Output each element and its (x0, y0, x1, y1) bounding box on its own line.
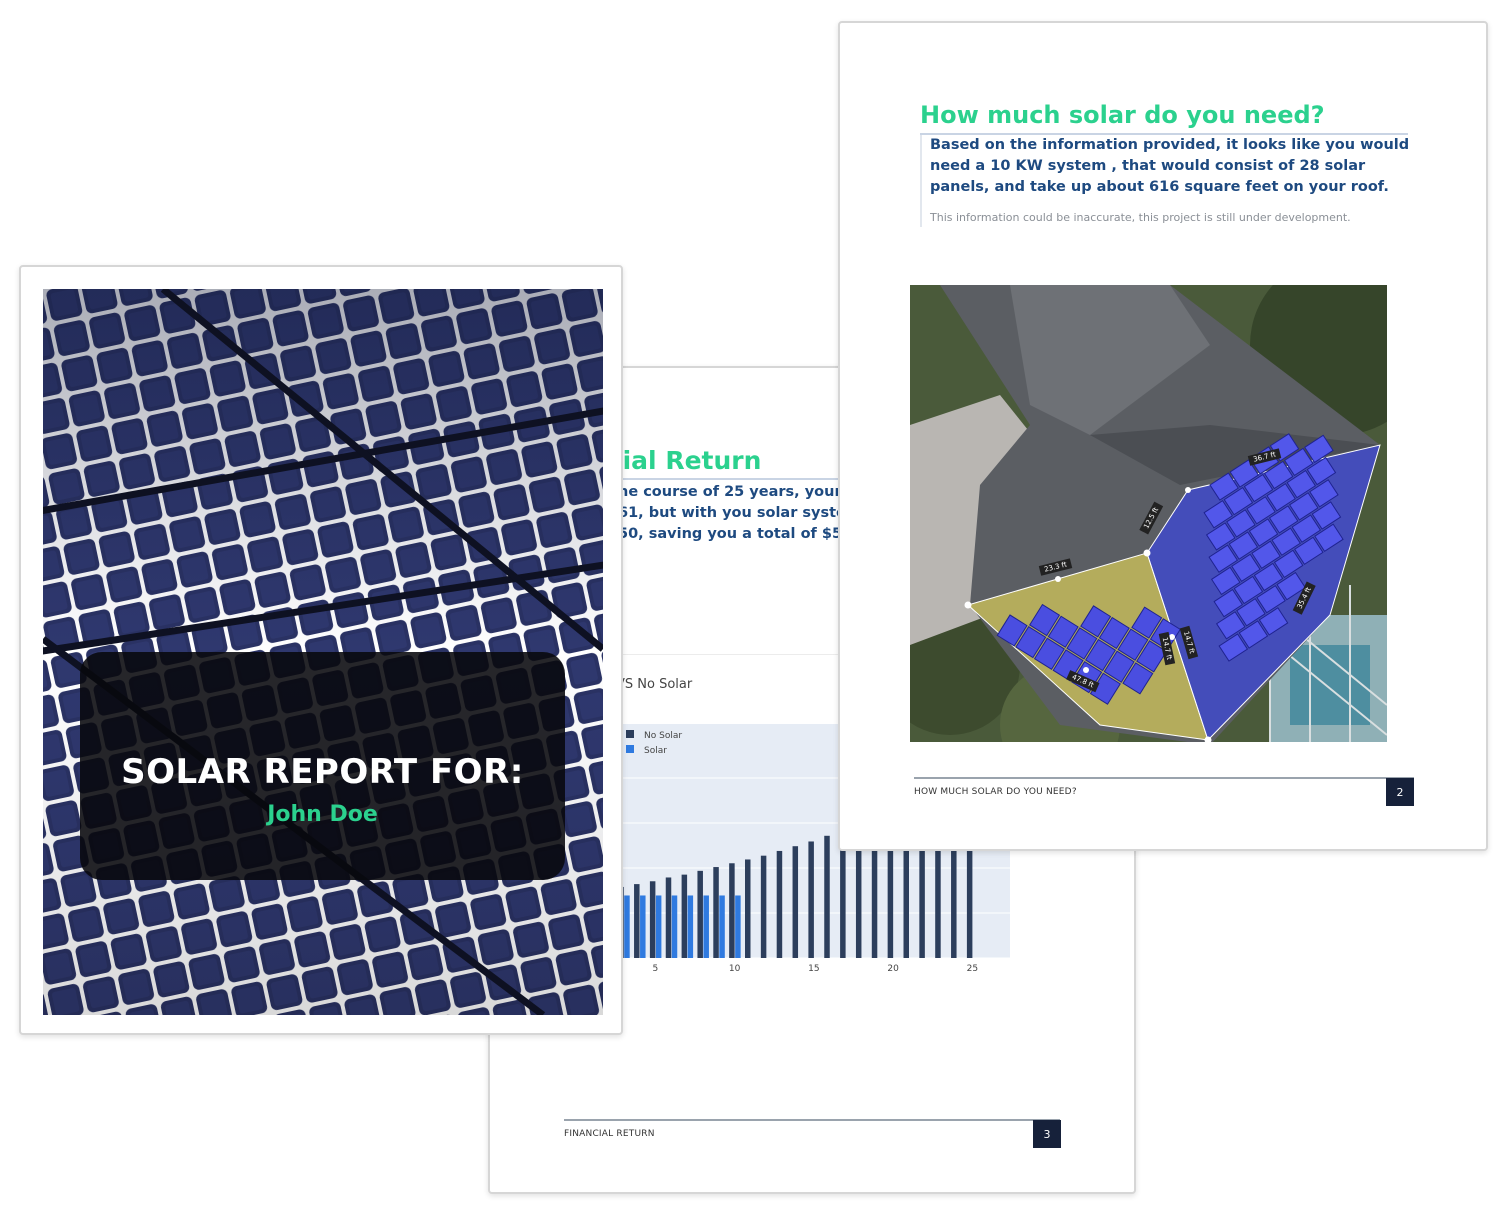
pool-water (1290, 645, 1370, 725)
bar-solar[interactable] (735, 895, 741, 958)
summary-line: Based on the information provided, it lo… (930, 137, 1410, 153)
legend-swatch-solar (626, 745, 634, 753)
cover-page: SOLAR REPORT FOR: John Doe (19, 265, 623, 1035)
bar-no-solar[interactable] (697, 870, 703, 958)
legend-solar[interactable]: Solar (644, 746, 667, 756)
bar-no-solar[interactable] (634, 884, 640, 958)
how-much-solar-title: How much solar do you need? (920, 101, 1325, 129)
footer-rule (914, 777, 1414, 779)
bar-solar[interactable] (671, 895, 678, 958)
bar-solar[interactable] (655, 895, 662, 958)
bar-no-solar[interactable] (713, 867, 719, 958)
footer-rule (564, 1119, 1060, 1121)
x-tick-label: 10 (729, 964, 741, 974)
page-number: 2 (1386, 778, 1414, 806)
footer-section-label: FINANCIAL RETURN (564, 1129, 655, 1139)
legend-swatch-no-solar (626, 730, 634, 738)
disclaimer-note: This information could be inaccurate, th… (930, 211, 1351, 224)
system-summary: Based on the information provided, it lo… (930, 135, 1410, 198)
page-number: 3 (1033, 1120, 1061, 1148)
bar-no-solar[interactable] (792, 846, 799, 958)
bar-no-solar[interactable] (745, 859, 751, 958)
bar-no-solar[interactable] (729, 863, 735, 958)
bar-no-solar[interactable] (665, 877, 672, 958)
bar-no-solar[interactable] (649, 881, 656, 958)
x-tick-label: 5 (653, 964, 659, 974)
summary-line: panels, and take up about 616 square fee… (930, 179, 1389, 195)
bar-no-solar[interactable] (808, 841, 814, 958)
x-tick-label: 20 (887, 964, 899, 974)
quote-bar (920, 135, 922, 227)
bar-no-solar[interactable] (776, 850, 783, 958)
cover-title: SOLAR REPORT FOR: (121, 752, 524, 792)
x-tick-label: 25 (967, 964, 978, 974)
bar-solar[interactable] (719, 895, 725, 958)
bar-solar[interactable] (687, 895, 694, 958)
summary-line: need a 10 KW system , that would consist… (930, 158, 1366, 174)
bar-solar[interactable] (703, 895, 709, 958)
bar-no-solar[interactable] (760, 855, 767, 958)
bar-no-solar[interactable] (681, 874, 688, 958)
bar-no-solar[interactable] (824, 835, 830, 958)
customer-name: John Doe (267, 802, 378, 827)
how-much-solar-page: How much solar do you need? Based on the… (838, 21, 1488, 851)
x-tick-label: 15 (808, 964, 819, 974)
bar-solar[interactable] (640, 895, 646, 958)
bar-solar[interactable] (624, 895, 630, 958)
roof-satellite-map[interactable]: 36.7 ft 12.5 ft 23.3 ft 35.4 ft 14.7 ft (910, 285, 1387, 742)
cover-title-box: SOLAR REPORT FOR: John Doe (80, 652, 565, 880)
chart-title: VS No Solar (616, 677, 693, 692)
footer-section-label: HOW MUCH SOLAR DO YOU NEED? (914, 787, 1077, 797)
legend-no-solar[interactable]: No Solar (644, 731, 682, 741)
